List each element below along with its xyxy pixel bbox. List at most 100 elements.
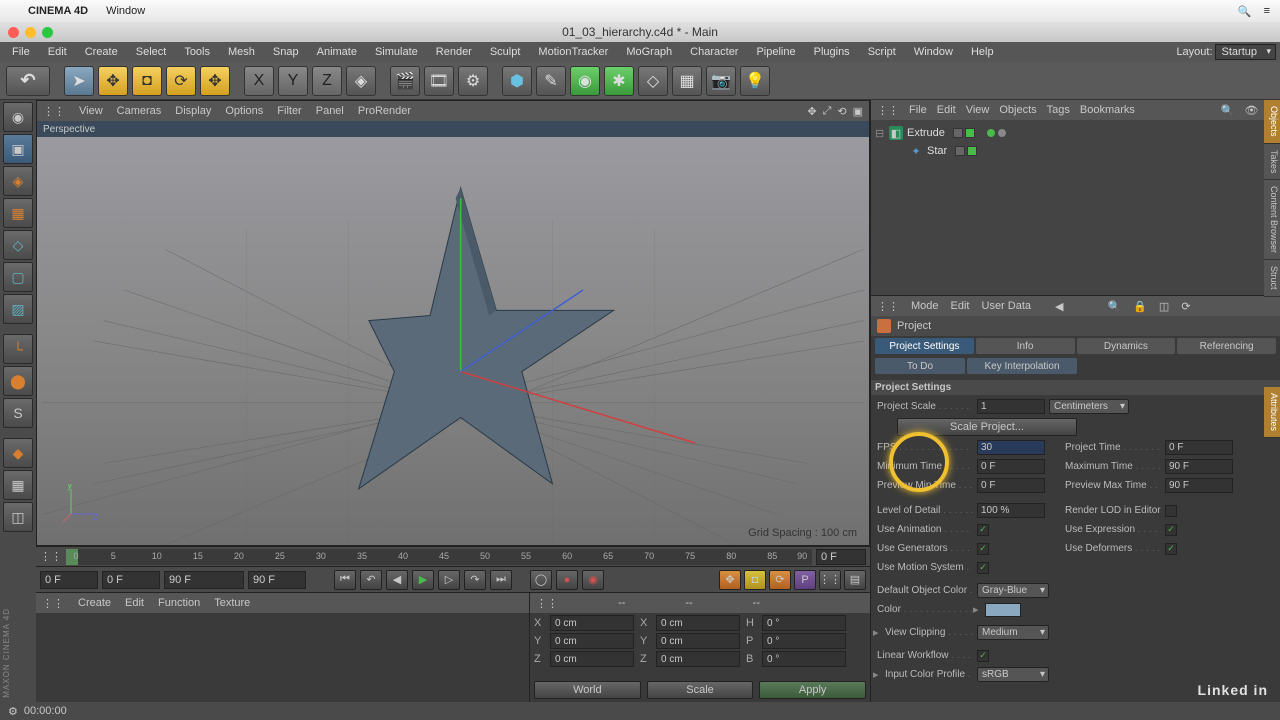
menu-motiontracker[interactable]: MotionTracker	[530, 44, 616, 60]
lock-icon[interactable]: 🔒	[1133, 300, 1147, 313]
gear-icon[interactable]: ⚙	[8, 705, 18, 718]
rotate-tool[interactable]: ⟳	[166, 66, 196, 96]
star-object[interactable]	[359, 188, 614, 489]
y-axis-lock[interactable]: Y	[278, 66, 308, 96]
timeline-ruler[interactable]: 0 5 10 15 20 25 30 35 40 45 50 55 60 65 …	[66, 549, 812, 565]
viewport-3d[interactable]: yz Grid Spacing : 100 cm	[37, 137, 869, 545]
preview-max-field[interactable]: 90 F	[1165, 478, 1233, 493]
input-color-profile-dropdown[interactable]: sRGB	[977, 667, 1049, 682]
project-scale-unit-dropdown[interactable]: Centimeters	[1049, 399, 1129, 414]
menu-simulate[interactable]: Simulate	[367, 44, 426, 60]
expand-icon[interactable]: ⊟	[875, 127, 885, 140]
pla-key-button[interactable]: ⋮⋮	[819, 570, 841, 590]
om-menu-view[interactable]: View	[966, 104, 990, 116]
max-time-field[interactable]: 90 F	[1165, 459, 1233, 474]
menu-render[interactable]: Render	[428, 44, 480, 60]
mac-menu-window[interactable]: Window	[106, 5, 145, 17]
add-primitive-button[interactable]: ⬢	[502, 66, 532, 96]
am-menu-mode[interactable]: Mode	[911, 300, 939, 312]
menu-tools[interactable]: Tools	[176, 44, 218, 60]
use-animation-checkbox[interactable]: ✓	[977, 524, 989, 536]
apply-button[interactable]: Apply	[759, 681, 866, 699]
default-color-dropdown[interactable]: Gray-Blue	[977, 583, 1049, 598]
vp-menu-panel[interactable]: Panel	[316, 105, 344, 117]
tab-dynamics[interactable]: Dynamics	[1077, 338, 1176, 354]
rot-key-button[interactable]: ⟳	[769, 570, 791, 590]
add-camera-button[interactable]: 📷	[706, 66, 736, 96]
locked-workplane-button[interactable]: ▦	[3, 470, 33, 500]
mat-menu-texture[interactable]: Texture	[214, 597, 250, 609]
use-generators-checkbox[interactable]: ✓	[977, 543, 989, 555]
tree-item-extrude[interactable]: ⊟ ◧ Extrude	[875, 124, 1276, 142]
menu-select[interactable]: Select	[128, 44, 175, 60]
vp-toggle-icon[interactable]: ▣	[853, 105, 863, 118]
snap-button[interactable]: S	[3, 398, 33, 428]
am-menu-edit[interactable]: Edit	[951, 300, 970, 312]
vp-orbit-icon[interactable]: ⟲	[837, 105, 846, 118]
vp-zoom-icon[interactable]: ⤢	[823, 105, 832, 118]
scale-tool[interactable]: ◘	[132, 66, 162, 96]
fps-field[interactable]: 30	[977, 440, 1045, 455]
autokey-button[interactable]: ●	[556, 570, 578, 590]
grip-icon[interactable]: ⋮⋮	[877, 104, 899, 117]
project-time-field[interactable]: 0 F	[1165, 440, 1233, 455]
disclosure-icon[interactable]: ▸	[873, 626, 881, 639]
range-end-field[interactable]: 90 F	[164, 571, 244, 589]
menu-file[interactable]: File	[4, 44, 38, 60]
close-window-button[interactable]	[8, 27, 19, 38]
menu-snap[interactable]: Snap	[265, 44, 307, 60]
workplane-mode-button[interactable]: ▦	[3, 198, 33, 228]
menu-script[interactable]: Script	[860, 44, 904, 60]
next-frame-button[interactable]: ▷	[438, 570, 460, 590]
planar-workplane-button[interactable]: ◫	[3, 502, 33, 532]
x-axis-lock[interactable]: X	[244, 66, 274, 96]
menu-plugins[interactable]: Plugins	[806, 44, 858, 60]
nav-back-icon[interactable]: ◀	[1055, 300, 1063, 313]
disclosure-icon[interactable]: ▸	[973, 603, 981, 616]
vp-menu-filter[interactable]: Filter	[277, 105, 301, 117]
side-tab-struct[interactable]: Struct	[1264, 260, 1280, 297]
enable-axis-button[interactable]: ⬤	[3, 366, 33, 396]
vp-menu-prorender[interactable]: ProRender	[358, 105, 411, 117]
scale-key-button[interactable]: ◘	[744, 570, 766, 590]
menu-extras-icon[interactable]: ≡	[1264, 5, 1270, 18]
menu-sculpt[interactable]: Sculpt	[482, 44, 529, 60]
z-axis-lock[interactable]: Z	[312, 66, 342, 96]
side-tab-objects[interactable]: Objects	[1264, 100, 1280, 144]
recent-tool[interactable]: ✥	[200, 66, 230, 96]
range-start-field[interactable]: 0 F	[102, 571, 160, 589]
use-deformers-checkbox[interactable]: ✓	[1165, 543, 1177, 555]
zoom-window-button[interactable]	[42, 27, 53, 38]
render-region-button[interactable]: 🎞	[424, 66, 454, 96]
search-icon[interactable]: 🔍	[1221, 104, 1235, 117]
vp-pan-icon[interactable]: ✥	[807, 105, 816, 118]
layout-dropdown[interactable]: Startup	[1215, 44, 1276, 60]
min-time-field[interactable]: 0 F	[977, 459, 1045, 474]
disclosure-icon[interactable]: ▸	[873, 668, 881, 681]
view-clipping-dropdown[interactable]: Medium	[977, 625, 1049, 640]
add-array-button[interactable]: ✱	[604, 66, 634, 96]
side-tab-content-browser[interactable]: Content Browser	[1264, 180, 1280, 260]
om-menu-edit[interactable]: Edit	[937, 104, 956, 116]
add-light-button[interactable]: 💡	[740, 66, 770, 96]
grip-icon[interactable]: ⋮⋮	[877, 300, 899, 313]
current-frame-field[interactable]: 0 F	[816, 549, 866, 565]
make-editable-button[interactable]: ◉	[3, 102, 33, 132]
menu-animate[interactable]: Animate	[309, 44, 365, 60]
minimize-window-button[interactable]	[25, 27, 36, 38]
pos-key-button[interactable]: ✥	[719, 570, 741, 590]
end-frame-field[interactable]: 90 F	[248, 571, 306, 589]
add-spline-button[interactable]: ✎	[536, 66, 566, 96]
mat-menu-create[interactable]: Create	[78, 597, 111, 609]
mac-app-name[interactable]: CINEMA 4D	[28, 5, 88, 17]
viewport-solo-button[interactable]: ◆	[3, 438, 33, 468]
om-menu-bookmarks[interactable]: Bookmarks	[1080, 104, 1135, 116]
param-key-button[interactable]: P	[794, 570, 816, 590]
undo-button[interactable]: ↶	[6, 66, 50, 96]
live-selection-tool[interactable]: ➤	[64, 66, 94, 96]
move-tool[interactable]: ✥	[98, 66, 128, 96]
vp-menu-options[interactable]: Options	[225, 105, 263, 117]
add-deformer-button[interactable]: ◇	[638, 66, 668, 96]
render-lod-checkbox[interactable]	[1165, 505, 1177, 517]
tab-project-settings[interactable]: Project Settings	[875, 338, 974, 354]
